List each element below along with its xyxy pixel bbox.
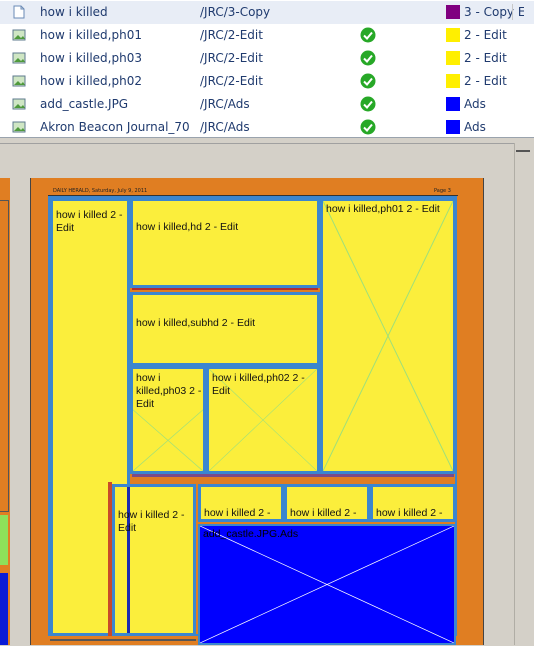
file-name: how i killed	[40, 5, 108, 19]
file-row[interactable]: add_castle.JPG /JRC/Ads Ads	[0, 93, 534, 116]
frame-label: how i killed,ph02 2 - Edit	[212, 372, 305, 397]
file-name: add_castle.JPG	[40, 97, 129, 111]
headline-frame[interactable]: how i killed,hd 2 - Edit	[130, 198, 320, 288]
image-icon	[12, 51, 26, 65]
status-color-swatch	[446, 120, 460, 134]
subhead-frame[interactable]: how i killed,subhd 2 - Edit	[130, 292, 320, 366]
column-divider	[512, 4, 513, 20]
status-label: 2 - Edit	[464, 28, 507, 42]
picture-frame[interactable]: how i killed,ph01 2 - Edit	[320, 198, 456, 474]
checkmark-icon	[360, 50, 376, 66]
page-number: Page 3	[434, 188, 451, 194]
picture-placeholder-cross	[323, 201, 453, 471]
file-row[interactable]: how i killed,ph03 /JRC/2-Edit 2 - Edit	[0, 47, 534, 70]
status-label: Ads	[464, 97, 486, 111]
file-row[interactable]: how i killed,ph01 /JRC/2-Edit 2 - Edit	[0, 24, 534, 47]
story-frame[interactable]: how i killed 2 -	[284, 484, 370, 522]
file-row[interactable]: how i killed,ph02 /JRC/2-Edit 2 - Edit	[0, 70, 534, 93]
file-name: how i killed,ph01	[40, 28, 142, 42]
status-color-swatch	[446, 28, 460, 42]
frame-label: how i killed 2 -	[204, 507, 271, 519]
status-color-swatch	[446, 5, 460, 19]
frame-label: how i killed,hd 2 - Edit	[136, 221, 239, 233]
frame-label: how i killed 2 - Edit	[118, 509, 185, 534]
previous-page-frame[interactable]	[0, 200, 9, 512]
picture-frame[interactable]: how i killed,ph02 2 - Edit	[206, 366, 320, 474]
frame-label: how i killed 2 - Edit	[56, 209, 123, 234]
checkmark-icon	[360, 96, 376, 112]
image-icon	[12, 120, 26, 134]
vertical-scrollbar[interactable]	[514, 143, 534, 645]
status-color-swatch	[446, 74, 460, 88]
ad-frame[interactable]: add_castle.JPG.Ads	[198, 524, 456, 645]
divider-rule	[132, 474, 454, 477]
document-icon	[12, 5, 26, 19]
frame-label: how i killed 2 -	[290, 507, 357, 519]
file-path: /JRC/Ads	[200, 97, 250, 111]
previous-page-frame[interactable]	[0, 515, 8, 565]
file-row[interactable]: how i killed /JRC/3-Copy 3 - Copy E	[0, 1, 534, 24]
status-label: 2 - Edit	[464, 74, 507, 88]
file-path: /JRC/3-Copy	[200, 5, 271, 19]
story-frame[interactable]: how i killed 2 -	[370, 484, 456, 522]
page-folio: DAILY HERALD, Saturday, July 9, 2011	[53, 188, 148, 194]
image-icon	[12, 97, 26, 111]
file-name: how i killed,ph02	[40, 74, 142, 88]
status-color-swatch	[446, 97, 460, 111]
frame-label: how i killed 2 -	[376, 507, 443, 519]
file-row[interactable]: Akron Beacon Journal_701b /JRC/Ads Ads	[0, 116, 534, 139]
frame-label: how i killed,subhd 2 - Edit	[136, 317, 256, 329]
file-path: /JRC/2-Edit	[200, 51, 263, 65]
status-color-swatch	[446, 51, 460, 65]
story-frame[interactable]: how i killed 2 - Edit	[112, 484, 196, 636]
scrollbar-thumb[interactable]	[516, 150, 530, 152]
checkmark-icon	[360, 119, 376, 135]
frame-label: how i killed,ph01 2 - Edit	[326, 203, 440, 215]
divider-rule	[132, 288, 318, 290]
status-label: 2 - Edit	[464, 51, 507, 65]
picture-placeholder-cross	[200, 526, 454, 643]
file-path: /JRC/2-Edit	[200, 28, 263, 42]
file-name: Akron Beacon Journal_701b	[40, 120, 190, 134]
file-path: /JRC/Ads	[200, 120, 250, 134]
file-path: /JRC/2-Edit	[200, 74, 263, 88]
image-icon	[12, 28, 26, 42]
previous-page-frame[interactable]	[0, 573, 8, 645]
status-label: Ads	[464, 120, 486, 134]
status-label: 3 - Copy E	[464, 5, 524, 19]
file-list: how i killed /JRC/3-Copy 3 - Copy E how …	[0, 0, 534, 138]
baseline-rule	[50, 639, 196, 641]
file-name: how i killed,ph03	[40, 51, 142, 65]
checkmark-icon	[360, 73, 376, 89]
frame-label: add_castle.JPG.Ads	[203, 528, 299, 540]
frame-label: how i killed,ph03 2 - Edit	[136, 372, 202, 410]
checkmark-icon	[360, 27, 376, 43]
image-icon	[12, 74, 26, 88]
picture-frame[interactable]: how i killed,ph03 2 - Edit	[130, 366, 206, 474]
story-frame[interactable]: how i killed 2 -	[198, 484, 284, 522]
